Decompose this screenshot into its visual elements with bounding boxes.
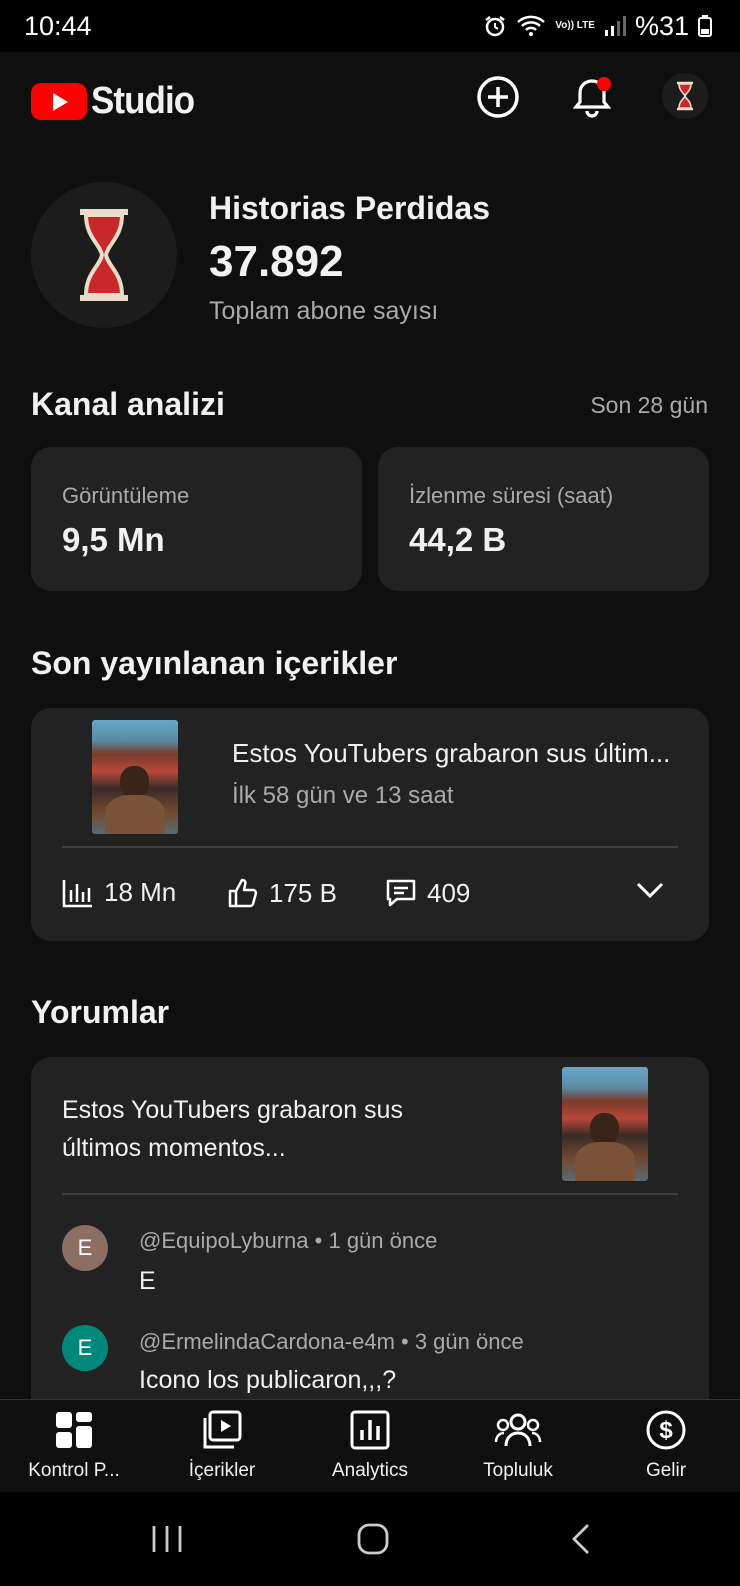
nav-community[interactable]: Topluluk — [444, 1410, 592, 1482]
watch-time-label: İzlenme süresi (saat) — [409, 483, 614, 508]
signal-icon — [604, 16, 626, 36]
analytics-icon — [350, 1410, 390, 1450]
status-time: 10:44 — [24, 10, 92, 41]
comment-text: Icono los publicaron,,,? — [139, 1366, 397, 1394]
recent-apps-icon[interactable] — [151, 1524, 183, 1554]
battery-icon — [698, 15, 712, 37]
studio-logo-text: Studio — [91, 80, 195, 122]
nav-dashboard[interactable]: Kontrol P... — [0, 1410, 148, 1482]
nav-community-label: Topluluk — [483, 1460, 553, 1481]
alarm-icon — [485, 16, 506, 37]
comment-meta: @ErmelindaCardona-e4m • 3 gün önce — [139, 1329, 524, 1354]
comment-time: 3 gün önce — [414, 1329, 524, 1354]
watch-time-value: 44,2 B — [409, 521, 507, 558]
account-avatar[interactable] — [662, 73, 708, 119]
wifi-icon — [517, 15, 546, 36]
bar-chart-icon — [62, 879, 92, 907]
nav-analytics[interactable]: Analytics — [296, 1410, 444, 1482]
dashboard-icon — [56, 1412, 92, 1448]
nav-dashboard-label: Kontrol P... — [28, 1460, 120, 1481]
content-icon — [203, 1410, 242, 1449]
channel-analytics-title: Kanal analizi — [31, 386, 225, 422]
volte-indicator: Vo)) LTE — [555, 20, 595, 31]
bell-icon — [572, 77, 612, 118]
views-card[interactable]: Görüntüleme 9,5 Mn — [31, 447, 362, 591]
views-label: Görüntüleme — [62, 483, 190, 508]
video-thumbnail[interactable] — [92, 720, 178, 834]
comment-icon — [386, 879, 416, 907]
recent-content-title: Son yayınlanan içerikler — [31, 645, 398, 681]
subscriber-count: 37.892 — [209, 237, 344, 286]
views-value: 9,5 Mn — [62, 521, 165, 558]
likes-count: 175 B — [269, 877, 337, 908]
notifications-button[interactable] — [568, 73, 616, 121]
nav-content-label: İçerikler — [188, 1460, 256, 1481]
svg-text:$: $ — [659, 1417, 673, 1444]
studio-logo[interactable]: Studio — [31, 80, 203, 123]
comment-video-title-line-2: últimos momentos... — [62, 1134, 286, 1162]
commenter-avatar[interactable]: E — [62, 1225, 108, 1271]
chevron-down-icon[interactable] — [635, 880, 665, 900]
recent-video-card[interactable]: Estos YouTubers grabaron sus últim... İl… — [31, 708, 709, 941]
earn-icon: $ — [646, 1410, 686, 1450]
comments-section-title: Yorumlar — [31, 994, 170, 1030]
home-icon[interactable] — [357, 1523, 389, 1555]
comment-video-thumbnail[interactable] — [562, 1067, 648, 1181]
commenter-avatar[interactable]: E — [62, 1325, 108, 1371]
status-bar: 10:44 Vo)) LTE %31 — [0, 0, 740, 52]
comment-meta: @EquipoLyburna • 1 gün önce — [139, 1228, 438, 1253]
hourglass-icon — [80, 209, 128, 301]
nav-content[interactable]: İçerikler — [148, 1410, 296, 1482]
card-divider — [62, 846, 678, 848]
nav-earn[interactable]: $ Gelir — [592, 1410, 740, 1482]
status-icons: Vo)) LTE %31 — [483, 11, 712, 42]
subscriber-label: Toplam abone sayısı — [209, 297, 439, 325]
comment-video-title-line-1: Estos YouTubers grabaron sus — [62, 1096, 403, 1124]
channel-avatar[interactable] — [31, 182, 177, 328]
nav-analytics-label: Analytics — [331, 1460, 409, 1481]
comment-author[interactable]: @EquipoLyburna — [139, 1228, 309, 1253]
community-icon — [494, 1413, 542, 1447]
hourglass-icon — [677, 81, 693, 111]
back-icon[interactable] — [570, 1523, 592, 1555]
plus-circle-icon — [477, 76, 519, 118]
analytics-period: Son 28 gün — [590, 392, 708, 418]
battery-level: %31 — [634, 10, 689, 41]
system-navigation-bar — [0, 1492, 740, 1586]
views-count: 18 Mn — [104, 877, 177, 907]
views-metric: 18 Mn — [62, 877, 176, 908]
nav-earn-label: Gelir — [645, 1460, 687, 1481]
channel-name: Historias Perdidas — [209, 190, 490, 226]
comments-card: Estos YouTubers grabaron sus últimos mom… — [31, 1057, 709, 1417]
watch-time-card[interactable]: İzlenme süresi (saat) 44,2 B — [378, 447, 709, 591]
recent-video-age: İlk 58 gün ve 13 saat — [232, 782, 454, 809]
thumbs-up-icon — [228, 878, 258, 908]
recent-video-title[interactable]: Estos YouTubers grabaron sus últim... — [232, 738, 670, 769]
app-bar: Studio — [0, 52, 740, 147]
comment-author[interactable]: @ErmelindaCardona-e4m — [139, 1329, 395, 1354]
comment-video-title[interactable]: Estos YouTubers grabaron sus últimos mom… — [62, 1091, 403, 1167]
youtube-logo-icon — [31, 83, 87, 120]
comments-divider — [62, 1193, 678, 1195]
comments-count: 409 — [427, 877, 471, 908]
comment-time: 1 gün önce — [328, 1228, 438, 1253]
likes-metric: 175 B — [227, 877, 337, 909]
bottom-navigation: Kontrol P... İçerikler Analytics Toplulu… — [0, 1399, 740, 1492]
comments-metric: 409 — [385, 877, 470, 909]
comment-text: E — [139, 1267, 156, 1295]
create-button[interactable] — [474, 73, 522, 121]
